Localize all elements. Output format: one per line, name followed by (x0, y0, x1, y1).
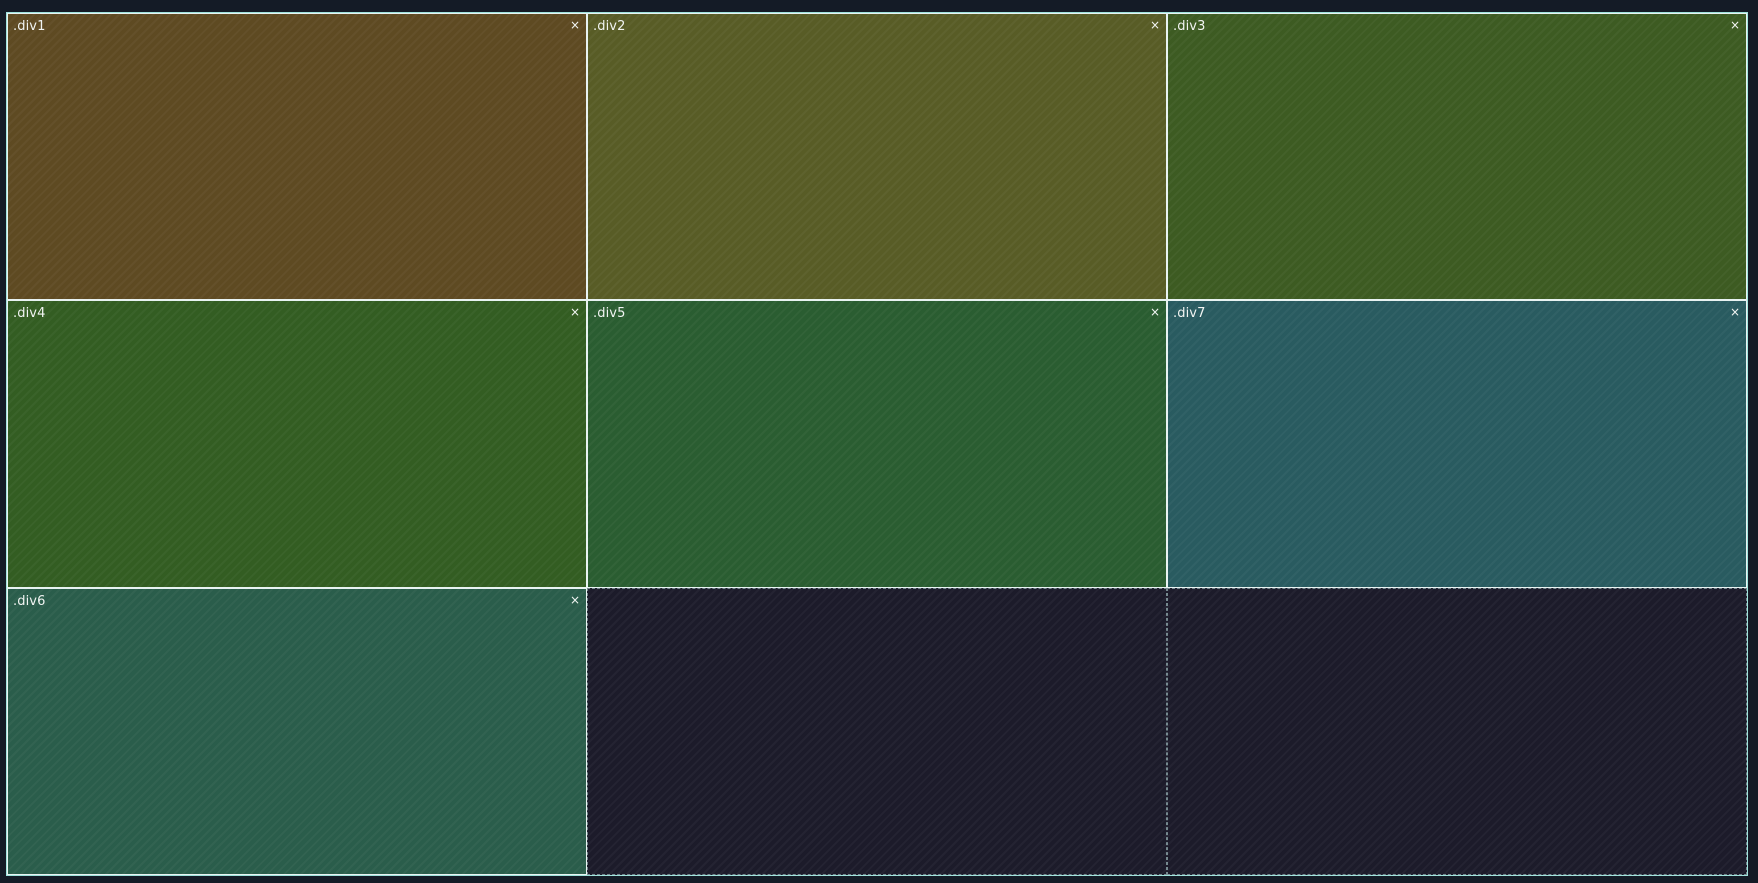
grid-item-div3[interactable]: .div3 × (1167, 13, 1747, 301)
grid-item-label: .div7 (1173, 306, 1206, 322)
close-icon[interactable]: × (569, 19, 581, 31)
close-icon[interactable]: × (569, 306, 581, 318)
close-icon[interactable]: × (1729, 306, 1741, 318)
grid-item-label: .div1 (13, 19, 46, 34)
close-icon[interactable]: × (1149, 306, 1161, 318)
grid-item-div7[interactable]: .div7 × (1167, 300, 1747, 588)
grid-item-label: .div5 (593, 306, 626, 322)
grid-container: .div1 × .div2 × .div3 × .div4 × .div5 × … (6, 12, 1748, 876)
grid-item-label: .div2 (593, 19, 626, 34)
grid-item-label: .div3 (1173, 19, 1206, 34)
grid-item-div4[interactable]: .div4 × (7, 300, 587, 588)
grid-item-div2[interactable]: .div2 × (587, 13, 1167, 301)
close-icon[interactable]: × (1729, 19, 1741, 31)
grid-item-label: .div4 (13, 306, 46, 322)
grid-item-div6[interactable]: .div6 × (7, 587, 587, 875)
close-icon[interactable]: × (569, 594, 581, 606)
close-icon[interactable]: × (1149, 19, 1161, 31)
grid-item-div1[interactable]: .div1 × (7, 13, 587, 301)
grid-items: .div1 × .div2 × .div3 × .div4 × .div5 × … (7, 13, 1747, 875)
grid-item-div5[interactable]: .div5 × (587, 300, 1167, 588)
grid-item-label: .div6 (13, 593, 46, 609)
